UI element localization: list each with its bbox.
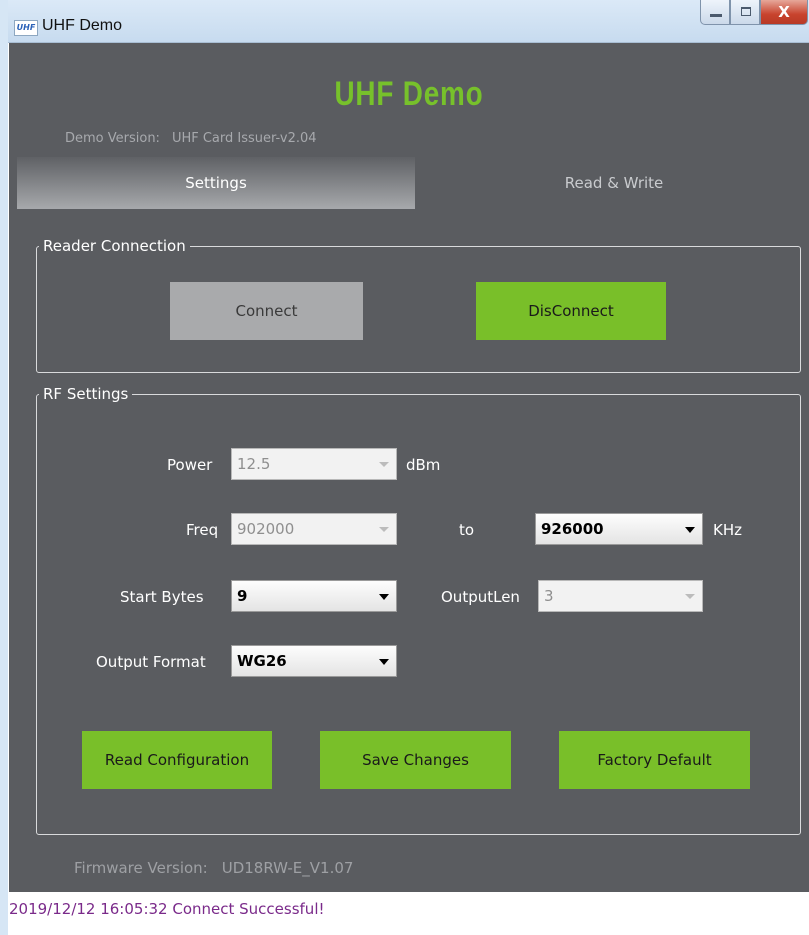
app-client-area: UHF Demo Demo Version: UHF Card Issuer-v2… bbox=[9, 43, 809, 892]
rf-settings-title: RF Settings bbox=[43, 385, 129, 403]
start-bytes-select[interactable]: 9 bbox=[231, 580, 397, 612]
disconnect-button[interactable]: DisConnect bbox=[476, 282, 666, 340]
freq-to-value: 926000 bbox=[541, 520, 604, 538]
freq-from-value: 902000 bbox=[237, 520, 295, 538]
freq-unit: KHz bbox=[713, 521, 742, 539]
start-bytes-label: Start Bytes bbox=[120, 588, 204, 606]
output-format-value: WG26 bbox=[237, 652, 287, 670]
chevron-down-icon bbox=[685, 594, 695, 599]
title-bar[interactable]: UHF UHF Demo X bbox=[8, 0, 809, 43]
reader-connection-title: Reader Connection bbox=[43, 237, 186, 255]
demo-version: Demo Version: UHF Card Issuer-v2.04 bbox=[65, 131, 329, 146]
factory-default-button[interactable]: Factory Default bbox=[559, 731, 750, 789]
save-changes-button[interactable]: Save Changes bbox=[320, 731, 511, 789]
chevron-down-icon bbox=[685, 527, 695, 533]
maximize-icon bbox=[741, 7, 751, 16]
tab-read-write[interactable]: Read & Write bbox=[415, 157, 809, 209]
status-message: 2019/12/12 16:05:32 Connect Successful! bbox=[9, 900, 325, 918]
freq-label: Freq bbox=[186, 521, 219, 539]
freq-to-select[interactable]: 926000 bbox=[535, 513, 703, 545]
window-left-border bbox=[0, 0, 8, 935]
status-log: 2019/12/12 16:05:32 Connect Successful! bbox=[9, 892, 809, 935]
window-controls: X bbox=[700, 0, 808, 26]
power-label: Power bbox=[167, 456, 213, 474]
reader-connection-group: Reader Connection bbox=[36, 237, 801, 373]
power-value: 12.5 bbox=[237, 455, 271, 473]
start-bytes-value: 9 bbox=[237, 587, 248, 605]
freq-to-label: to bbox=[459, 521, 475, 539]
demo-version-value: UHF Card Issuer-v2.04 bbox=[171, 131, 317, 146]
demo-version-label: Demo Version: bbox=[65, 131, 160, 146]
chevron-down-icon bbox=[379, 659, 389, 665]
minimize-icon bbox=[710, 14, 722, 17]
connect-button[interactable]: Connect bbox=[170, 282, 363, 340]
firmware-version-label: Firmware Version: bbox=[74, 859, 208, 877]
output-format-label: Output Format bbox=[96, 653, 206, 671]
app-logo-icon: UHF bbox=[14, 20, 38, 36]
close-icon: X bbox=[778, 3, 790, 21]
chevron-down-icon bbox=[379, 527, 389, 532]
window-title: UHF Demo bbox=[42, 17, 123, 34]
read-configuration-button[interactable]: Read Configuration bbox=[82, 731, 272, 789]
power-select[interactable]: 12.5 bbox=[231, 448, 397, 480]
output-len-select[interactable]: 3 bbox=[538, 580, 703, 612]
firmware-version-value: UD18RW-E_V1.07 bbox=[221, 859, 354, 877]
chevron-down-icon bbox=[379, 462, 389, 467]
output-len-label: OutputLen bbox=[441, 588, 520, 606]
close-button[interactable]: X bbox=[760, 0, 808, 25]
minimize-button[interactable] bbox=[700, 0, 730, 25]
firmware-version: Firmware Version: UD18RW-E_V1.07 bbox=[74, 859, 367, 877]
output-format-select[interactable]: WG26 bbox=[231, 645, 397, 677]
output-len-value: 3 bbox=[544, 587, 554, 605]
freq-from-select[interactable]: 902000 bbox=[231, 513, 397, 545]
app-heading: UHF Demo bbox=[334, 75, 484, 113]
power-unit: dBm bbox=[406, 456, 441, 474]
maximize-button[interactable] bbox=[730, 0, 760, 25]
tab-settings[interactable]: Settings bbox=[17, 157, 415, 209]
chevron-down-icon bbox=[379, 594, 389, 600]
